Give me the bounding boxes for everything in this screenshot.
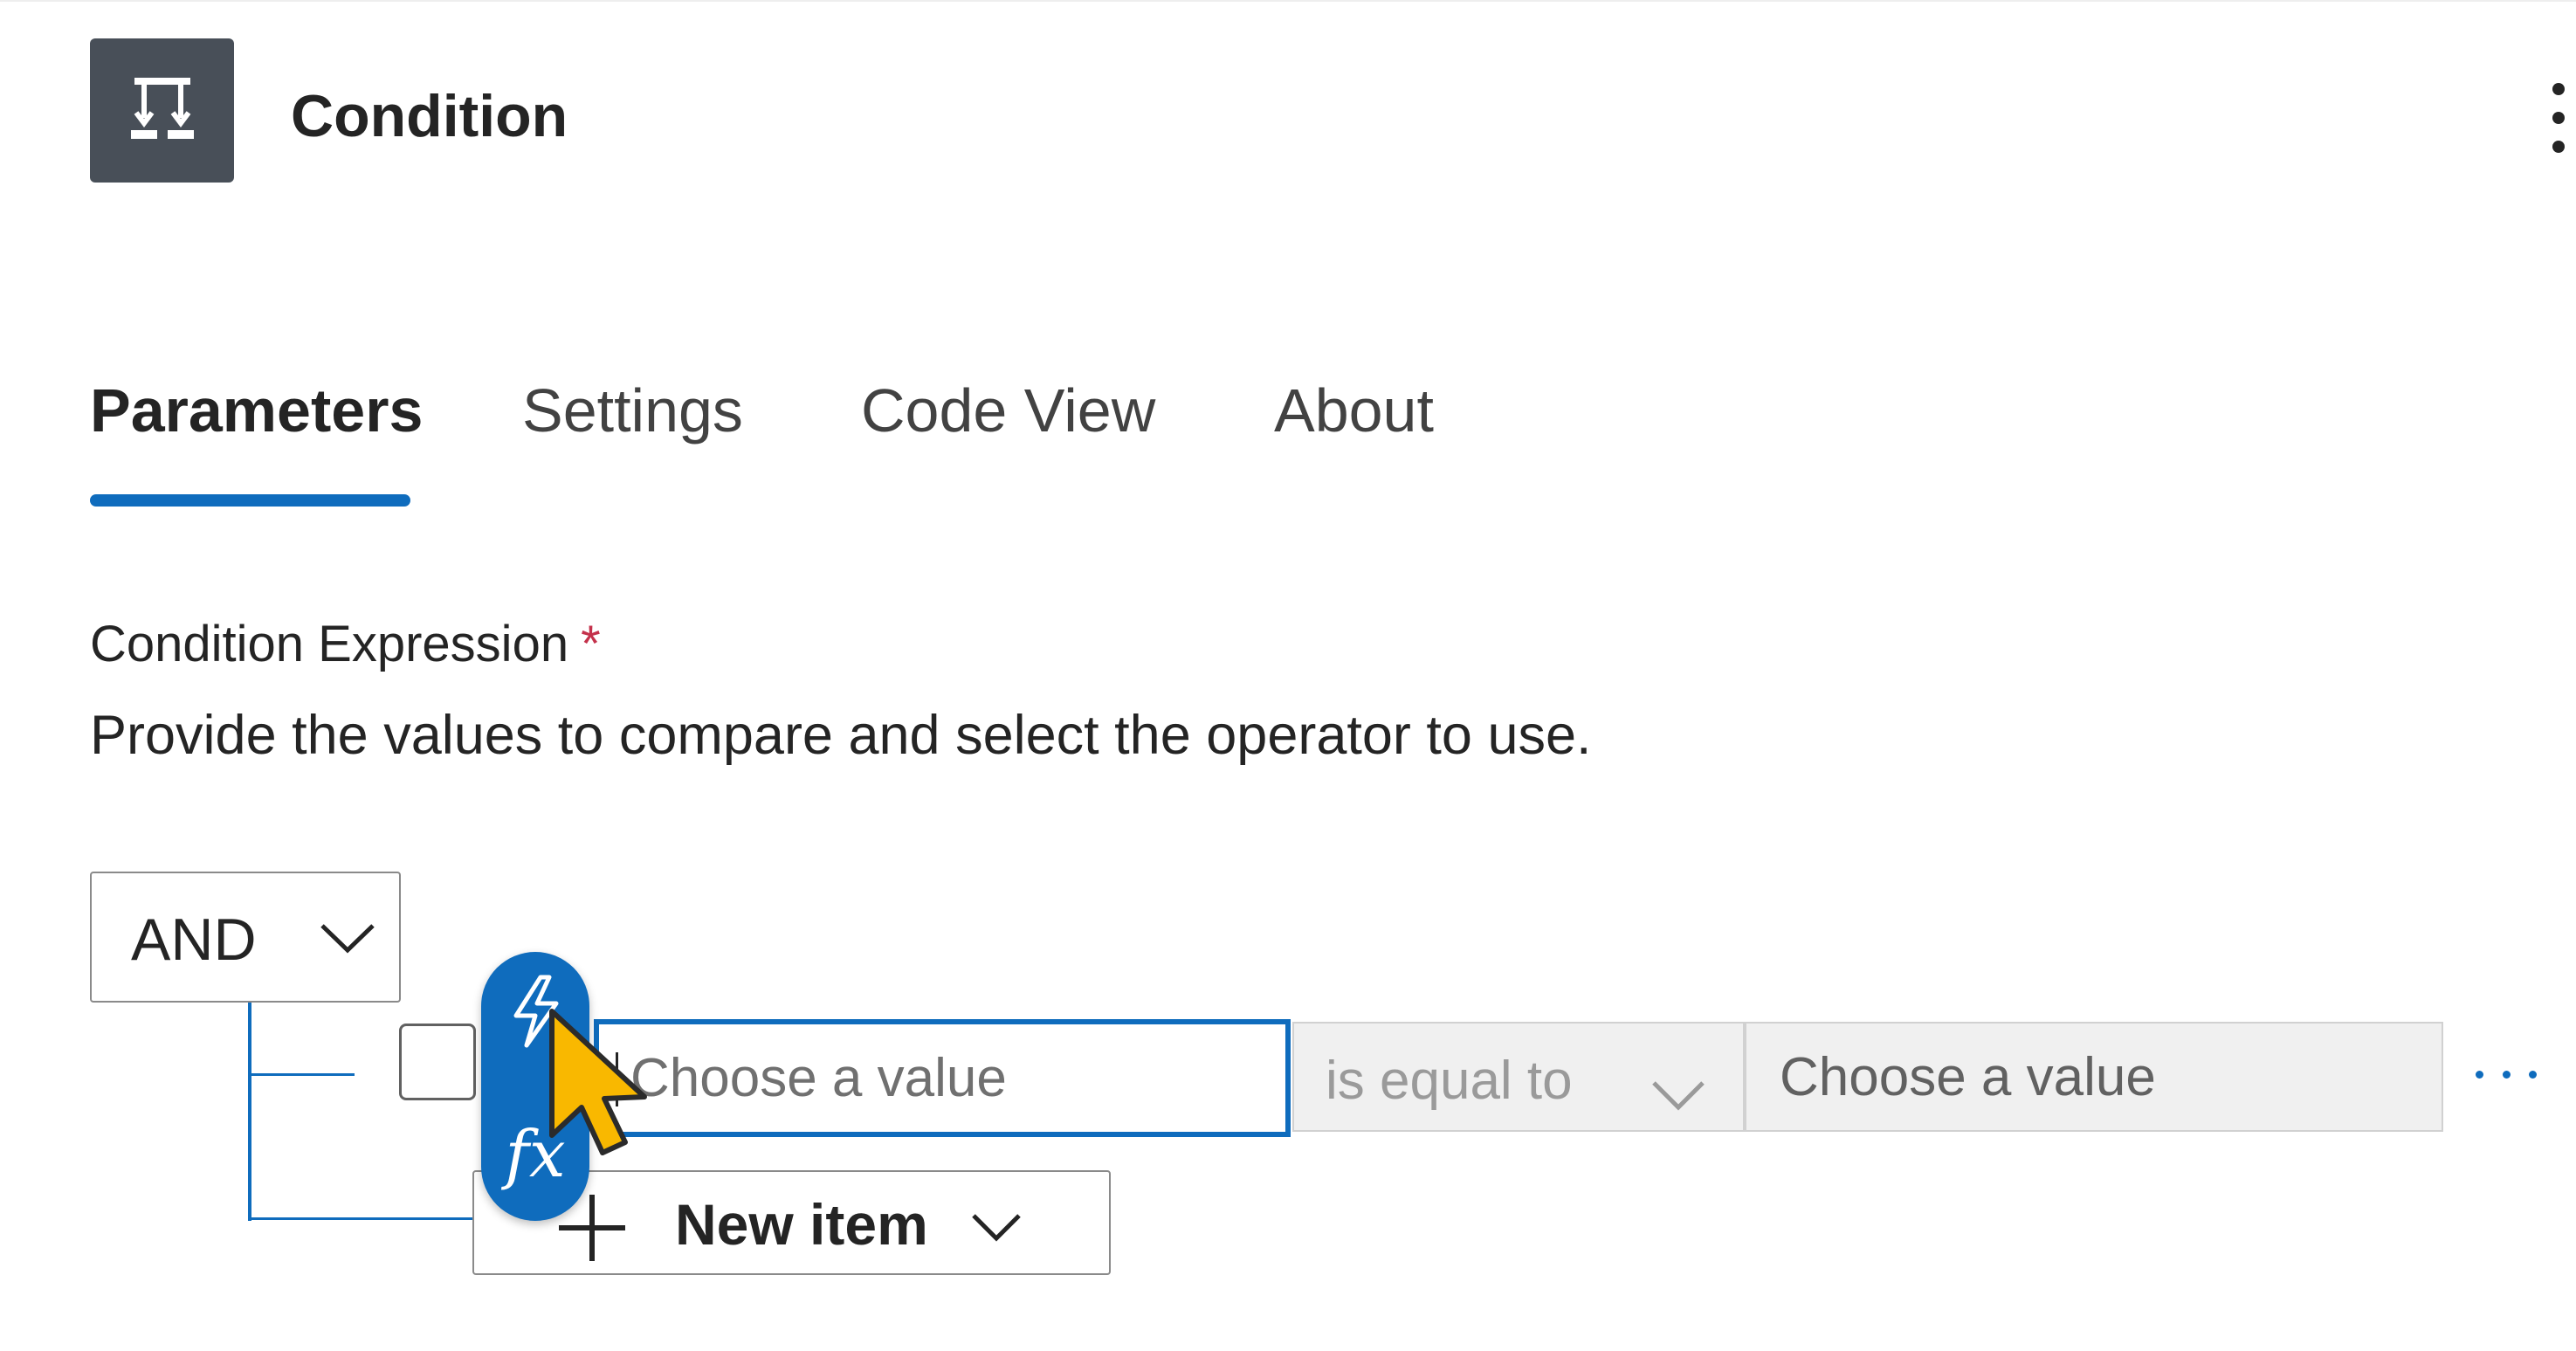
condition-icon	[90, 38, 234, 183]
tab-parameters[interactable]: Parameters	[90, 371, 423, 450]
new-item-label: New item	[675, 1192, 928, 1257]
fx-icon: fx	[505, 1117, 566, 1192]
active-tab-indicator	[90, 494, 410, 507]
condition-panel: Condition Parameters Settings Code View …	[0, 0, 2576, 1351]
tree-line-vertical	[248, 1003, 251, 1221]
expression-button[interactable]: fx	[492, 1111, 579, 1198]
token-picker-pill: fx	[481, 952, 589, 1221]
tree-line-row	[248, 1073, 355, 1076]
group-operator-dropdown[interactable]: AND	[90, 872, 401, 1003]
group-operator-value: AND	[131, 906, 257, 973]
chevron-down-icon	[1652, 1081, 1705, 1111]
right-value-input[interactable]: Choose a value	[1745, 1022, 2443, 1132]
chevron-down-icon	[320, 924, 375, 954]
left-value-input[interactable]: Choose a value	[594, 1019, 1291, 1137]
field-label-text: Condition Expression	[90, 616, 569, 672]
row-select-checkbox[interactable]	[399, 1024, 476, 1100]
action-title: Condition	[291, 83, 568, 149]
tab-about[interactable]: About	[1274, 371, 1434, 450]
chevron-down-icon	[972, 1214, 1021, 1242]
more-vertical-icon[interactable]	[2541, 83, 2576, 153]
operator-value: is equal to	[1326, 1051, 1573, 1111]
dynamic-content-button[interactable]	[492, 968, 579, 1055]
left-value-placeholder: Choose a value	[630, 1048, 1007, 1108]
lightning-icon	[513, 975, 559, 1048]
tree-line-new-item	[248, 1217, 482, 1220]
text-caret	[616, 1052, 618, 1106]
tab-settings[interactable]: Settings	[522, 371, 743, 450]
top-border	[0, 0, 2576, 2]
field-description: Provide the values to compare and select…	[90, 705, 1592, 766]
tab-code-view[interactable]: Code View	[861, 371, 1155, 450]
required-indicator: *	[581, 616, 601, 672]
field-label: Condition Expression *	[90, 611, 601, 678]
row-more-options-icon[interactable]	[2476, 1048, 2537, 1100]
operator-dropdown[interactable]: is equal to	[1292, 1022, 1745, 1132]
right-value-placeholder: Choose a value	[1780, 1047, 2156, 1107]
